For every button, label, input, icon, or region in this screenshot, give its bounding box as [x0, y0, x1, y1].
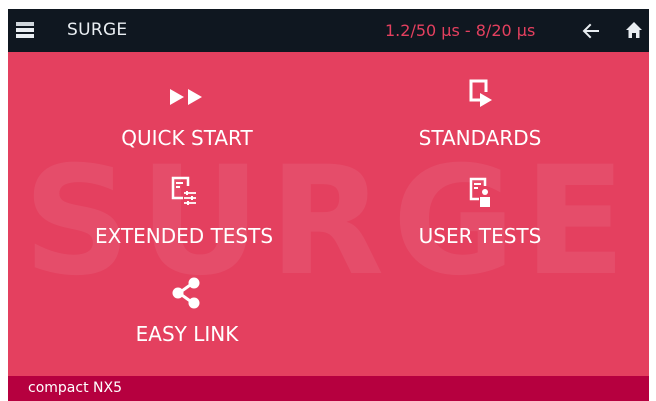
extended-tests-button[interactable]: EXTENDED TESTS	[74, 176, 294, 251]
arrow-left-icon[interactable]	[582, 22, 600, 40]
top-bar: SURGE 1.2/50 µs - 8/20 µs	[8, 9, 649, 52]
quick-start-button[interactable]: QUICK START	[77, 87, 297, 151]
home-icon[interactable]	[625, 21, 643, 39]
user-tests-label: USER TESTS	[418, 224, 542, 248]
extended-tests-label: EXTENDED TESTS	[94, 224, 274, 248]
document-user-icon	[469, 177, 490, 207]
page-title: SURGE	[67, 20, 128, 40]
document-sliders-icon	[171, 176, 196, 205]
waveform-selector[interactable]: 1.2/50 µs - 8/20 µs	[385, 9, 535, 52]
quick-start-label: QUICK START	[121, 126, 253, 150]
menu-stack-icon[interactable]	[16, 22, 34, 40]
user-tests-button[interactable]: USER TESTS	[370, 177, 590, 251]
easy-link-label: EASY LINK	[135, 322, 239, 346]
standards-button[interactable]: STANDARDS	[370, 78, 590, 152]
document-play-icon	[469, 79, 492, 107]
fast-forward-icon	[170, 89, 202, 105]
device-name: compact NX5	[28, 380, 122, 396]
surge-screen: SURGE 1.2/50 µs - 8/20 µs SURGE QUICK ST…	[8, 9, 649, 401]
status-bar: compact NX5	[8, 376, 649, 401]
standards-label: STANDARDS	[418, 126, 542, 150]
easy-link-button[interactable]: EASY LINK	[77, 277, 297, 352]
share-icon	[172, 277, 200, 309]
